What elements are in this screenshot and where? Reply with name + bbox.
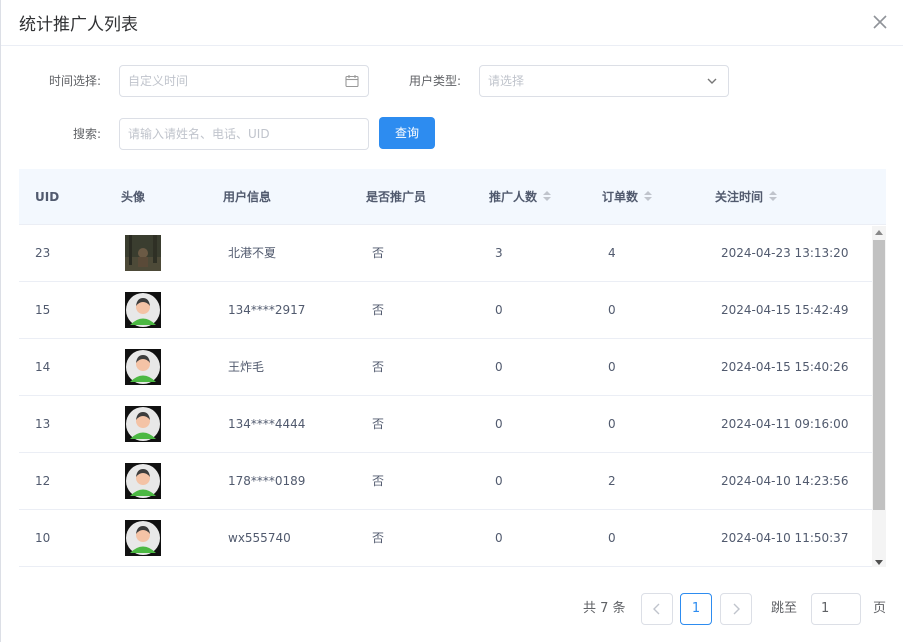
- table-row: 10 wx555740 否 0 0 2024-04-10 11:50:37: [19, 510, 872, 567]
- cell-order-count: 0: [608, 360, 616, 374]
- table-row: 12 178****0189 否 0 2 2024-04-10 14:23:56: [19, 453, 872, 510]
- table-row: 14 王炸毛 否 0 0 2024-04-15 15:40:26: [19, 339, 872, 396]
- cell-promote-count: 0: [495, 474, 503, 488]
- query-button[interactable]: 查询: [379, 117, 435, 149]
- user-type-select[interactable]: 请选择: [479, 65, 729, 97]
- cell-promote-count: 0: [495, 360, 503, 374]
- cell-is-promoter: 否: [372, 246, 385, 260]
- col-order-count-label: 订单数: [602, 190, 639, 204]
- cell-user-info: 北港不夏: [228, 246, 277, 260]
- close-icon[interactable]: [871, 13, 889, 31]
- cell-is-promoter: 否: [372, 417, 385, 431]
- cell-follow-time: 2024-04-10 11:50:37: [721, 531, 849, 545]
- prev-page-button[interactable]: [641, 593, 673, 625]
- cell-user-info: 134****2917: [228, 303, 306, 317]
- cell-is-promoter: 否: [372, 531, 385, 545]
- time-placeholder: 自定义时间: [128, 74, 189, 88]
- jump-page-input[interactable]: 1: [811, 593, 861, 625]
- cell-order-count: 0: [608, 531, 616, 545]
- promoter-list-dialog: 统计推广人列表 时间选择: 自定义时间 用户类型: 请选择 搜索: 请输入请姓名…: [0, 0, 903, 642]
- search-placeholder: 请输入请姓名、电话、UID: [128, 127, 270, 141]
- cell-order-count: 0: [608, 303, 616, 317]
- cell-is-promoter: 否: [372, 303, 385, 317]
- table-row: 23 北港不夏 否 3 4 2024-04-23 13:13:20: [19, 225, 872, 282]
- time-range-picker[interactable]: 自定义时间: [119, 65, 369, 97]
- table-row: 15 134****2917 否 0 0 2024-04-15 15:42:49: [19, 282, 872, 339]
- col-promote-count[interactable]: 推广人数: [489, 169, 552, 225]
- cell-is-promoter: 否: [372, 360, 385, 374]
- cell-is-promoter: 否: [372, 474, 385, 488]
- col-is-promoter: 是否推广员: [366, 190, 427, 204]
- cell-follow-time: 2024-04-23 13:13:20: [721, 246, 849, 260]
- cell-user-info: 178****0189: [228, 474, 306, 488]
- default-avatar-icon: [125, 520, 161, 556]
- cell-order-count: 0: [608, 417, 616, 431]
- cell-order-count: 2: [608, 474, 616, 488]
- pagination-total: 共 7 条: [583, 601, 626, 616]
- cell-user-info: 王炸毛: [228, 360, 265, 374]
- scroll-thumb[interactable]: [873, 240, 885, 510]
- cell-uid: 23: [35, 246, 51, 260]
- table-row: 13 134****4444 否 0 0 2024-04-11 09:16:00: [19, 396, 872, 453]
- cell-promote-count: 0: [495, 417, 503, 431]
- sort-icon[interactable]: [769, 191, 778, 203]
- cell-order-count: 4: [608, 246, 616, 260]
- user-type-label: 用户类型:: [408, 74, 461, 88]
- table-header: UID 头像 用户信息 是否推广员 推广人数 订单数 关注时间: [19, 169, 886, 225]
- default-avatar-icon: [125, 349, 161, 385]
- col-follow-time-label: 关注时间: [715, 190, 764, 204]
- cell-uid: 12: [35, 474, 51, 488]
- col-promote-count-label: 推广人数: [489, 190, 538, 204]
- default-avatar-icon: [125, 292, 161, 328]
- chevron-right-icon: [733, 603, 740, 615]
- cell-promote-count: 0: [495, 303, 503, 317]
- cell-uid: 14: [35, 360, 51, 374]
- default-avatar-icon: [125, 463, 161, 499]
- avatar-photo: [125, 235, 161, 271]
- default-avatar-icon: [125, 406, 161, 442]
- sort-icon[interactable]: [644, 191, 653, 203]
- search-label: 搜索:: [72, 127, 101, 141]
- scroll-up-icon[interactable]: [875, 230, 883, 235]
- page-unit-label: 页: [873, 601, 887, 616]
- cell-follow-time: 2024-04-15 15:42:49: [721, 303, 849, 317]
- scroll-down-icon[interactable]: [875, 560, 883, 565]
- cell-uid: 13: [35, 417, 51, 431]
- col-order-count[interactable]: 订单数: [602, 169, 653, 225]
- cell-user-info: wx555740: [228, 531, 291, 545]
- sort-icon[interactable]: [543, 191, 552, 203]
- cell-user-info: 134****4444: [228, 417, 306, 431]
- user-type-placeholder: 请选择: [488, 74, 525, 88]
- dialog-header: 统计推广人列表: [1, 0, 903, 46]
- dialog-title: 统计推广人列表: [19, 15, 138, 35]
- cell-uid: 15: [35, 303, 51, 317]
- col-follow-time[interactable]: 关注时间: [715, 169, 778, 225]
- time-label: 时间选择:: [48, 74, 101, 88]
- col-user-info: 用户信息: [223, 190, 272, 204]
- cell-promote-count: 0: [495, 531, 503, 545]
- cell-follow-time: 2024-04-15 15:40:26: [721, 360, 849, 374]
- chevron-left-icon: [653, 603, 660, 615]
- cell-promote-count: 3: [495, 246, 503, 260]
- col-uid: UID: [35, 190, 60, 204]
- next-page-button[interactable]: [720, 593, 752, 625]
- chevron-down-icon: [707, 78, 717, 84]
- page-button-current[interactable]: 1: [680, 593, 712, 625]
- col-avatar: 头像: [121, 190, 146, 204]
- search-input[interactable]: 请输入请姓名、电话、UID: [119, 118, 369, 150]
- cell-follow-time: 2024-04-11 09:16:00: [721, 417, 849, 431]
- jump-label: 跳至: [771, 601, 798, 616]
- promoter-table: UID 头像 用户信息 是否推广员 推广人数 订单数 关注时间 23 北港不夏: [19, 169, 886, 567]
- calendar-icon: [345, 75, 359, 88]
- cell-follow-time: 2024-04-10 14:23:56: [721, 474, 849, 488]
- cell-uid: 10: [35, 531, 51, 545]
- table-scrollbar[interactable]: [872, 226, 886, 567]
